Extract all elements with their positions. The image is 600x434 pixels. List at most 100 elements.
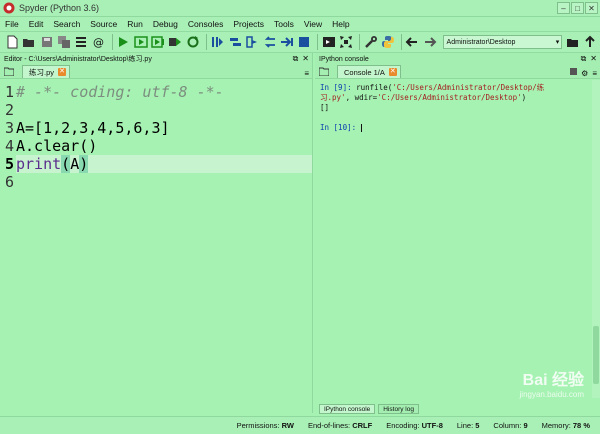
tab-ipython-console[interactable]: IPython console: [319, 404, 376, 414]
fullscreen-icon[interactable]: [339, 34, 354, 50]
working-directory-value: Administrator\Desktop: [446, 38, 516, 46]
python-icon[interactable]: [380, 34, 395, 50]
console-scrollbar[interactable]: [592, 80, 600, 398]
step-into-icon[interactable]: [244, 34, 259, 50]
tab-history-log[interactable]: History log: [378, 404, 419, 414]
tab-file[interactable]: 练习.py ✕: [22, 65, 71, 78]
run-icon[interactable]: [116, 34, 131, 50]
console-title: IPython console: [319, 55, 369, 63]
new-file-icon[interactable]: [4, 34, 19, 50]
working-directory-select[interactable]: Administrator\Desktop ▾: [442, 35, 563, 49]
undock-icon[interactable]: ⧉: [293, 54, 299, 64]
run-cell-icon[interactable]: [133, 34, 148, 50]
run-cell-advance-icon[interactable]: [150, 34, 165, 50]
up-arrow-icon[interactable]: [583, 34, 598, 50]
console-output[interactable]: In [9]: runfile('C:/Users/Administrator/…: [315, 80, 592, 398]
close-pane-icon[interactable]: ✕: [590, 54, 597, 64]
menu-search[interactable]: Search: [48, 19, 85, 29]
back-arrow-icon[interactable]: [405, 34, 420, 50]
folder-icon[interactable]: [2, 65, 16, 78]
minimize-button[interactable]: –: [557, 2, 570, 14]
console-command: ): [521, 93, 527, 102]
line-number: 6: [4, 173, 14, 191]
chevron-down-icon: ▾: [555, 39, 560, 46]
line-number: 4: [4, 137, 14, 155]
menu-debug[interactable]: Debug: [148, 19, 183, 29]
toolbar-divider: [400, 34, 402, 50]
list-icon[interactable]: [74, 34, 89, 50]
line-number: 1: [4, 83, 14, 101]
code-editor[interactable]: 1 2 3 4 5 6 # -*- coding: utf-8 -*- A=[1…: [0, 80, 312, 400]
svg-text:@: @: [93, 36, 104, 49]
status-bar: Permissions: RW End-of-lines: CRLF Encod…: [0, 416, 600, 434]
text-cursor: [360, 124, 362, 132]
open-file-icon[interactable]: [21, 34, 36, 50]
toolbar-divider: [317, 34, 319, 50]
scrollbar-thumb[interactable]: [593, 326, 599, 384]
menu-run[interactable]: Run: [122, 19, 148, 29]
forward-arrow-icon[interactable]: [422, 34, 437, 50]
status-memory: Memory: 78 %: [541, 421, 590, 430]
console-line-in9-cont: 习.py', wdir='C:/Users/Administrator/Desk…: [320, 93, 592, 103]
code-line: A=[1,2,3,4,5,6,3]: [16, 119, 170, 137]
stop-kernel-icon[interactable]: [570, 68, 578, 75]
status-eol: End-of-lines: CRLF: [307, 421, 373, 430]
tab-menu-icon[interactable]: ≡: [304, 69, 309, 78]
editor-path: Editor - C:\Users\Administrator\Desktop\…: [4, 56, 152, 63]
maximize-button[interactable]: □: [571, 2, 584, 14]
continue-icon[interactable]: [279, 34, 294, 50]
status-encoding: Encoding: UTF-8: [386, 421, 443, 430]
settings-icon[interactable]: ⚙: [581, 69, 588, 78]
console-command: runfile(: [351, 83, 393, 92]
close-button[interactable]: ✕: [585, 2, 598, 14]
step-return-icon[interactable]: [262, 34, 277, 50]
tab-console[interactable]: Console 1/A ✕: [337, 65, 401, 78]
wrench-icon[interactable]: [363, 34, 378, 50]
tab-menu-icon[interactable]: ≡: [592, 69, 597, 78]
print-keyword: print: [16, 155, 62, 173]
console-output-line: []: [320, 103, 330, 112]
console-string: 'C:/Users/Administrator/Desktop': [377, 93, 522, 102]
toolbar-divider: [111, 34, 113, 50]
save-all-icon[interactable]: [56, 34, 71, 50]
menu-consoles[interactable]: Consoles: [183, 19, 228, 29]
console-line-in10: In [10]:: [320, 123, 592, 133]
status-line: Line: 5: [456, 421, 480, 430]
paren-open: (: [61, 155, 71, 173]
tab-console-label: Console 1/A: [344, 67, 385, 77]
save-icon[interactable]: [39, 34, 54, 50]
console-pane: IPython console ⧉ ✕ Console 1/A ✕ ⚙ ≡ In …: [315, 53, 600, 414]
line-number-gutter: 1 2 3 4 5 6: [0, 80, 14, 191]
console-line-in9: In [9]: runfile('C:/Users/Administrator/…: [320, 83, 592, 93]
step-icon[interactable]: [227, 34, 242, 50]
window-title: Spyder (Python 3.6): [19, 3, 100, 13]
menu-edit[interactable]: Edit: [24, 19, 49, 29]
paren-close: ): [79, 155, 89, 173]
menu-file[interactable]: File: [0, 19, 24, 29]
console-tabbar: Console 1/A ✕ ⚙ ≡: [315, 65, 600, 79]
menu-view[interactable]: View: [299, 19, 327, 29]
folder-icon[interactable]: [317, 65, 331, 78]
maximize-pane-icon[interactable]: [321, 34, 336, 50]
line-number: 2: [4, 101, 14, 119]
watermark-brand: Bai 经验: [522, 372, 584, 389]
rerun-icon[interactable]: [185, 34, 200, 50]
menu-projects[interactable]: Projects: [228, 19, 269, 29]
menu-bar: File Edit Search Source Run Debug Consol…: [0, 17, 600, 31]
run-selection-icon[interactable]: [168, 34, 183, 50]
menu-help[interactable]: Help: [327, 19, 354, 29]
code-line-current: print(A): [16, 155, 312, 173]
at-icon[interactable]: @: [91, 34, 106, 50]
close-pane-icon[interactable]: ✕: [302, 54, 309, 64]
menu-tools[interactable]: Tools: [269, 19, 299, 29]
undock-icon[interactable]: ⧉: [581, 54, 587, 64]
close-tab-icon[interactable]: ✕: [58, 68, 67, 76]
tab-file-label: 练习.py: [29, 67, 55, 77]
debug-icon[interactable]: [210, 34, 225, 50]
browse-folder-icon[interactable]: [565, 34, 580, 50]
console-command: , wdir=: [345, 93, 378, 102]
stop-icon[interactable]: [297, 34, 312, 50]
menu-source[interactable]: Source: [85, 19, 122, 29]
close-tab-icon[interactable]: ✕: [388, 68, 397, 76]
